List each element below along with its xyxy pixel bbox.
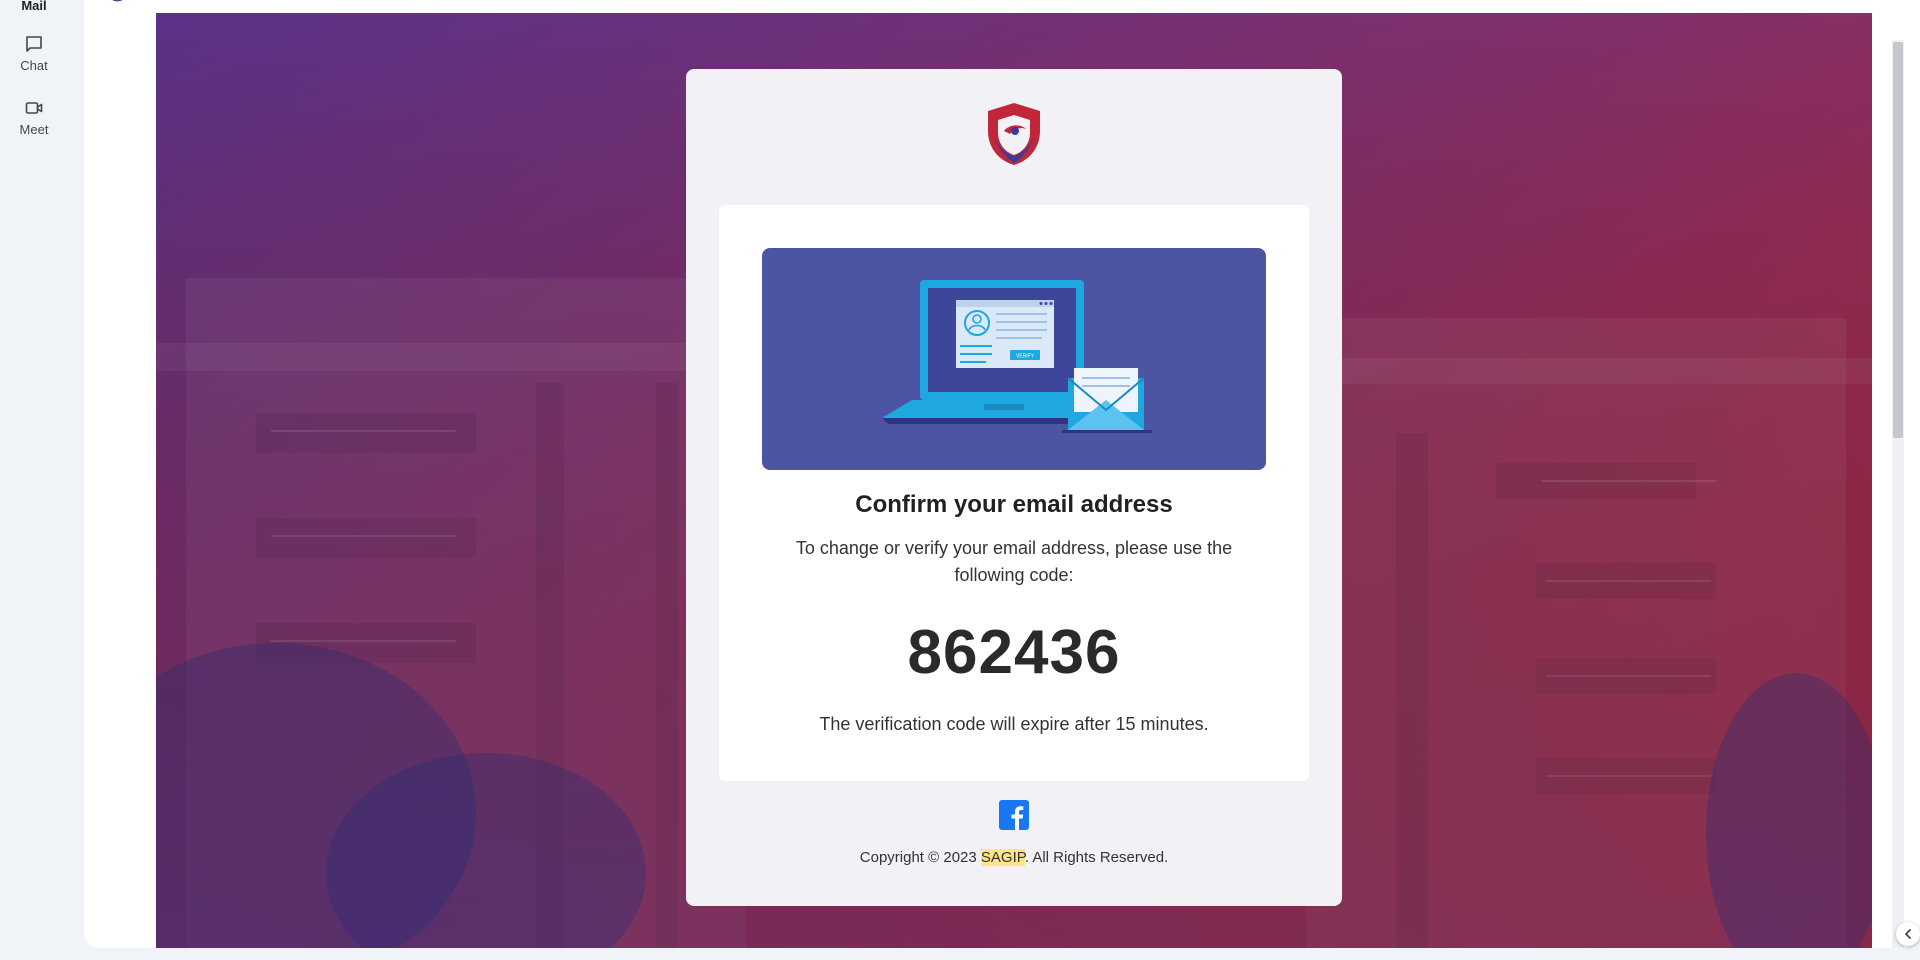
- facebook-icon: [1011, 806, 1024, 830]
- rail-item-chat[interactable]: Chat: [0, 34, 68, 73]
- chat-icon: [26, 36, 42, 52]
- left-rail: Mail Chat Meet: [0, 0, 68, 960]
- rail-item-chat-label: Chat: [20, 58, 48, 73]
- verification-code: 862436: [907, 618, 1121, 687]
- email-card: VERIFY Confirm your email address To cha…: [686, 69, 1342, 906]
- sender-avatar-icon: [112, 0, 123, 2]
- verification-illustration: VERIFY: [762, 248, 1266, 470]
- shield-logo-icon: [988, 103, 1040, 165]
- facebook-link[interactable]: [999, 800, 1029, 830]
- email-heading: Confirm your email address: [855, 491, 1173, 518]
- rail-item-mail[interactable]: Mail: [0, 0, 68, 13]
- side-panel-toggle-button[interactable]: [1896, 922, 1920, 946]
- copyright-suffix: . All Rights Reserved.: [1024, 849, 1169, 866]
- laptop-envelope-illustration: VERIFY: [882, 280, 1152, 433]
- rail-item-meet-label: Meet: [19, 122, 49, 137]
- copyright-footer: Copyright © 2023 SAGIP. All Rights Reser…: [686, 849, 1342, 866]
- email-body: VERIFY Confirm your email address To cha…: [719, 205, 1309, 781]
- copyright-prefix: Copyright © 2023: [859, 849, 981, 866]
- scrollbar-thumb[interactable]: [1893, 42, 1903, 438]
- rail-item-mail-label: Mail: [21, 0, 47, 13]
- expiry-note: The verification code will expire after …: [819, 714, 1209, 734]
- illustration-verify-button-text: VERIFY: [1016, 354, 1035, 360]
- chevron-left-icon: [1905, 929, 1911, 939]
- rail-item-meet[interactable]: Meet: [0, 98, 68, 137]
- copyright-brand-highlight: SAGIP: [980, 849, 1025, 866]
- video-camera-icon: [25, 102, 43, 114]
- email-description: To change or verify your email address, …: [795, 538, 1233, 585]
